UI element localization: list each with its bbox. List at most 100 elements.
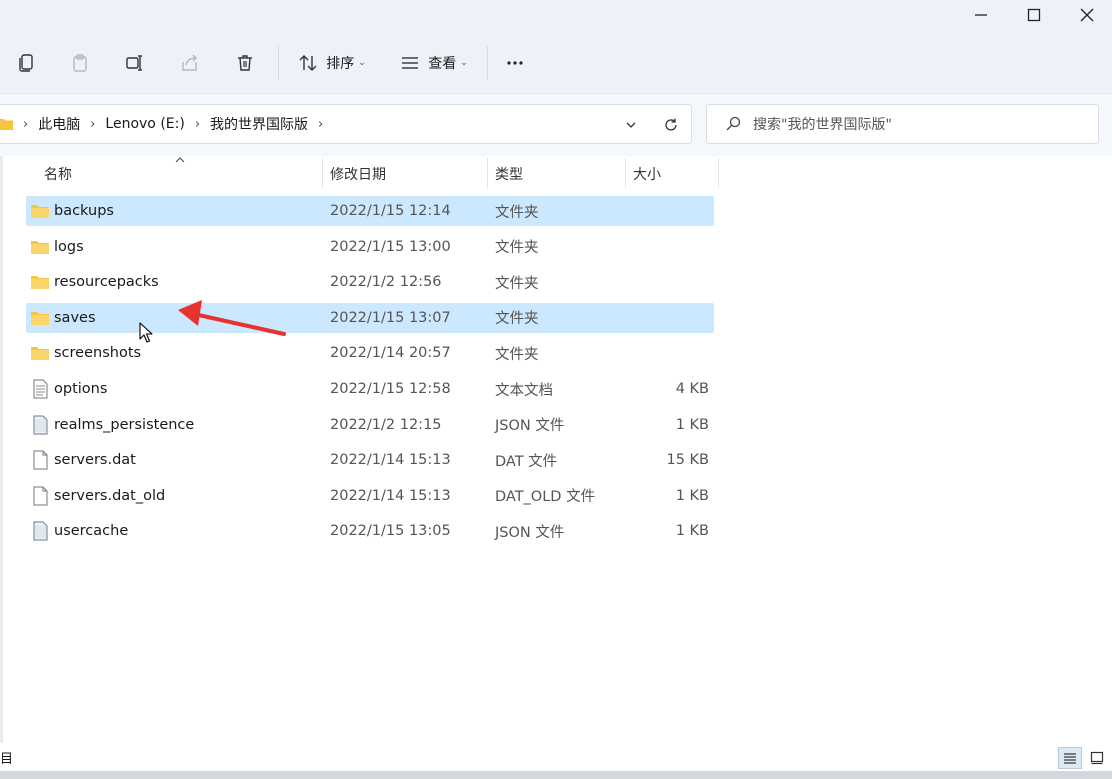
folder-icon — [31, 347, 49, 361]
file-name[interactable]: options — [54, 374, 107, 404]
sort-label: 排序 — [326, 56, 355, 72]
file-date: 2022/1/14 20:57 — [330, 345, 451, 362]
file-type: DAT_OLD 文件 — [495, 489, 596, 506]
json-file-icon — [33, 415, 48, 435]
chevron-right-icon: › — [23, 116, 29, 132]
column-divider[interactable] — [487, 158, 488, 188]
minimize-button[interactable] — [956, 0, 1006, 30]
refresh-icon[interactable] — [663, 117, 679, 133]
column-header-type[interactable]: 类型 — [495, 156, 523, 192]
column-divider[interactable] — [625, 158, 626, 188]
file-name[interactable]: resourcepacks — [54, 267, 159, 297]
chevron-down-icon: ⌄ — [358, 58, 366, 68]
breadcrumb-drive[interactable]: Lenovo (E:) — [105, 116, 184, 132]
text-file-icon — [33, 379, 48, 399]
column-divider[interactable] — [322, 158, 323, 188]
file-date: 2022/1/2 12:56 — [330, 274, 442, 291]
close-button[interactable] — [1062, 0, 1112, 30]
maximize-button[interactable] — [1009, 0, 1059, 30]
breadcrumb-folder[interactable]: 我的世界国际版 — [210, 114, 308, 134]
file-name[interactable]: backups — [54, 196, 114, 226]
file-size — [629, 232, 709, 262]
file-type: 文件夹 — [495, 346, 539, 363]
file-date: 2022/1/15 13:07 — [330, 309, 451, 326]
toolbar-divider — [487, 46, 488, 80]
file-row[interactable]: servers.dat 2022/1/14 15:13 DAT 文件 15 KB — [26, 445, 714, 475]
tiles-view-icon — [1090, 751, 1104, 765]
history-dropdown-icon[interactable] — [625, 119, 637, 131]
file-row[interactable]: saves 2022/1/15 13:07 文件夹 — [26, 302, 714, 333]
rename-icon — [126, 55, 142, 71]
file-size — [629, 196, 709, 226]
file-name[interactable]: usercache — [54, 516, 128, 546]
copy-button[interactable] — [10, 48, 42, 78]
column-header-name[interactable]: 名称 — [44, 156, 72, 192]
status-text: 目 — [0, 752, 14, 767]
folder-icon — [31, 205, 49, 218]
file-name[interactable]: servers.dat — [54, 445, 136, 475]
toolbar-divider — [278, 46, 279, 80]
annotation-arrow-icon — [178, 300, 286, 336]
file-date: 2022/1/14 15:13 — [330, 487, 451, 504]
file-date: 2022/1/2 12:15 — [330, 416, 442, 433]
taskbar-strip — [0, 771, 1112, 779]
file-type: 文件夹 — [495, 275, 539, 292]
view-button[interactable]: 查看 ⌄ — [394, 48, 474, 78]
details-view-button[interactable] — [1058, 747, 1082, 769]
column-divider[interactable] — [718, 158, 719, 188]
sort-button[interactable]: 排序 ⌄ — [292, 48, 372, 78]
file-row[interactable]: usercache 2022/1/15 13:05 JSON 文件 1 KB — [26, 516, 714, 546]
folder-icon — [31, 240, 49, 254]
folder-icon — [31, 276, 49, 290]
file-name[interactable]: servers.dat_old — [54, 481, 165, 511]
file-date: 2022/1/15 13:00 — [330, 238, 451, 255]
file-type: DAT 文件 — [495, 453, 558, 470]
search-placeholder: 搜索"我的世界国际版" — [753, 117, 892, 133]
share-button[interactable] — [174, 48, 206, 78]
search-box[interactable]: 搜索"我的世界国际版" — [706, 104, 1099, 144]
close-icon — [1080, 8, 1094, 22]
rename-button[interactable] — [119, 48, 151, 78]
file-row[interactable]: realms_persistence 2022/1/2 12:15 JSON 文件 1… — [26, 410, 714, 440]
file-date: 2022/1/14 15:13 — [330, 452, 451, 469]
file-date: 2022/1/15 13:05 — [330, 523, 451, 540]
paste-button[interactable] — [64, 48, 96, 78]
file-row[interactable]: options 2022/1/15 12:58 文本文档 4 KB — [26, 374, 714, 404]
file-size: 4 KB — [675, 381, 709, 397]
file-row[interactable]: backups 2022/1/15 12:14 文件夹 — [26, 196, 714, 226]
column-header-size[interactable]: 大小 — [633, 156, 661, 192]
file-size — [629, 267, 709, 297]
details-view-icon — [1064, 753, 1076, 764]
search-icon — [726, 116, 741, 131]
file-type: 文本文档 — [495, 382, 553, 399]
mouse-cursor-icon — [139, 322, 153, 343]
file-name[interactable]: screenshots — [54, 338, 141, 368]
status-bar: 目 — [0, 743, 1112, 771]
file-type: JSON 文件 — [495, 524, 565, 541]
large-icons-view-button[interactable] — [1086, 747, 1108, 769]
column-header-date[interactable]: 修改日期 — [330, 156, 386, 192]
file-icon — [33, 450, 48, 470]
share-icon — [182, 54, 197, 71]
minimize-icon — [975, 14, 987, 16]
file-type: 文件夹 — [495, 240, 539, 257]
address-bar[interactable]: › 此电脑 › Lenovo (E:) › 我的世界国际版 › — [0, 104, 692, 144]
folder-icon — [31, 311, 49, 325]
file-row[interactable]: servers.dat_old 2022/1/14 15:13 DAT_OLD 文件… — [26, 481, 714, 511]
file-row[interactable]: resourcepacks 2022/1/2 12:56 文件夹 — [26, 267, 714, 297]
file-name[interactable]: logs — [54, 232, 84, 262]
file-type: JSON 文件 — [495, 418, 565, 435]
file-row[interactable]: screenshots 2022/1/14 20:57 文件夹 — [26, 338, 714, 368]
more-options-button[interactable] — [498, 48, 532, 78]
breadcrumb-this-pc[interactable]: 此电脑 — [38, 114, 80, 134]
file-row[interactable]: logs 2022/1/15 13:00 文件夹 — [26, 232, 714, 262]
title-bar — [0, 0, 1112, 30]
file-name[interactable]: saves — [54, 303, 96, 333]
file-date: 2022/1/15 12:14 — [330, 203, 451, 219]
file-icon — [33, 486, 48, 506]
column-header: 名称 修改日期 类型 大小 — [26, 156, 720, 192]
delete-button[interactable] — [229, 48, 261, 78]
file-name[interactable]: realms_persistence — [54, 410, 194, 440]
navigation-pane-edge — [0, 156, 3, 743]
file-size: 1 KB — [675, 523, 709, 540]
